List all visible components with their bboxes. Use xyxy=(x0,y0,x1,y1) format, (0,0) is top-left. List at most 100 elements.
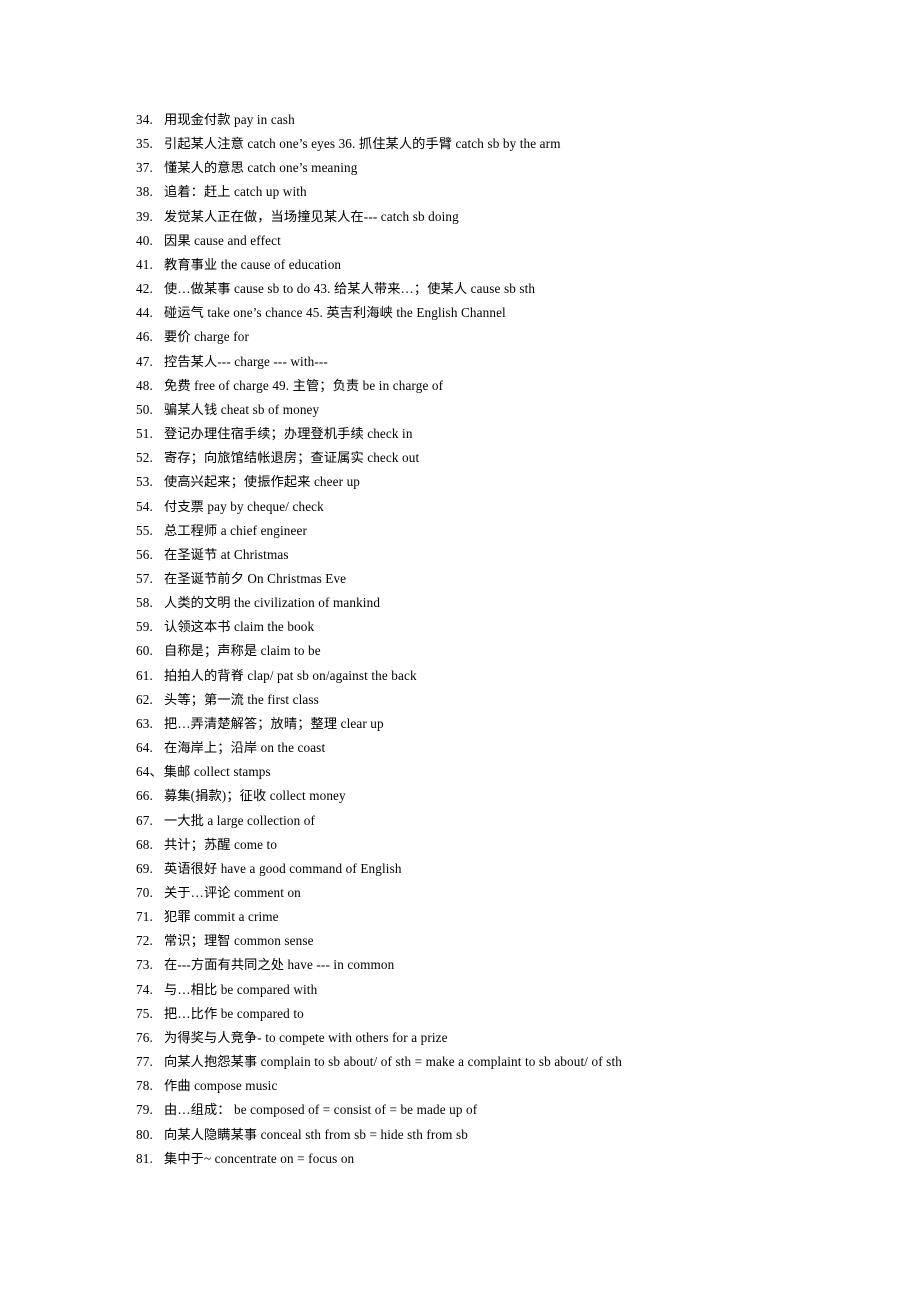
entry-text: 追着：赶上 catch up with xyxy=(164,184,307,200)
entry-text: 用现金付款 pay in cash xyxy=(164,112,295,127)
entry-number: 75. xyxy=(136,1005,153,1021)
entry-number: 46. xyxy=(136,329,153,345)
list-item: 42. 使…做某事 cause sb to do 43. 给某人带来…；使某人 c… xyxy=(136,277,880,301)
list-item: 68. 共计；苏醒 come to xyxy=(136,833,880,857)
entry-number: 56. xyxy=(136,546,153,562)
list-item: 50. 骗某人钱 cheat sb of money xyxy=(136,398,880,422)
list-item: 71. 犯罪 commit a crime xyxy=(136,905,880,929)
list-item: 35. 引起某人注意 catch one’s eyes 36. 抓住某人的手臂 c… xyxy=(136,132,880,156)
entry-number: 54. xyxy=(136,498,153,514)
entry-text: 总工程师 a chief engineer xyxy=(164,522,308,538)
entry-number: 53. xyxy=(136,474,153,490)
entry-text: 向某人隐瞒某事 conceal sth from sb = hide sth f… xyxy=(164,1126,468,1142)
list-item: 69. 英语很好 have a good command of English xyxy=(136,857,880,881)
list-item: 76. 为得奖与人竞争- to compete with others for a… xyxy=(136,1026,880,1050)
entry-number: 70. xyxy=(136,885,153,900)
entry-text: 常识；理智 common sense xyxy=(164,933,314,949)
phrase-list-container: 34. 用现金付款 pay in cash 35. 引起某人注意 catch one’… xyxy=(136,108,880,1171)
list-item: 46. 要价 charge for xyxy=(136,325,880,349)
list-item: 62. 头等；第一流 the first class xyxy=(136,688,880,712)
entry-text: 把…比作 be compared to xyxy=(164,1005,304,1021)
entry-text: 集邮 collect stamps xyxy=(163,764,271,780)
list-item: 75. 把…比作 be compared to xyxy=(136,1002,880,1026)
entry-number: 51. xyxy=(136,426,153,442)
entry-number: 76. xyxy=(136,1029,153,1045)
entry-number: 79. xyxy=(136,1102,153,1118)
list-item: 53. 使高兴起来；使振作起来 cheer up xyxy=(136,470,880,494)
list-item: 61. 拍拍人的背脊 clap/ pat sb on/against the ba… xyxy=(136,664,880,688)
entry-number: 66. xyxy=(136,788,153,804)
entry-text: 在海岸上；沿岸 on the coast xyxy=(164,740,326,756)
list-item: 44. 碰运气 take one’s chance 45. 英吉利海峡 the E… xyxy=(136,301,880,325)
entry-text: 使…做某事 cause sb to do 43. 给某人带来…；使某人 caus… xyxy=(164,281,536,297)
entry-number: 59. xyxy=(136,619,153,635)
entry-text: 英语很好 have a good command of English xyxy=(164,860,402,876)
entry-text: 引起某人注意 catch one’s eyes 36. 抓住某人的手臂 catc… xyxy=(164,136,561,152)
entry-number: 73. xyxy=(136,957,153,973)
entry-number: 61. xyxy=(136,667,153,683)
entry-number: 42. xyxy=(136,281,153,297)
entry-number: 38. xyxy=(136,184,153,200)
entry-text: 骗某人钱 cheat sb of money xyxy=(164,401,320,417)
list-item: 48. 免费 free of charge 49. 主管；负责 be in cha… xyxy=(136,374,880,398)
list-item: 81. 集中于~ concentrate on = focus on xyxy=(136,1147,880,1171)
list-item: 55. 总工程师 a chief engineer xyxy=(136,519,880,543)
entry-text: 自称是；声称是 claim to be xyxy=(164,643,321,659)
entry-number: 37. xyxy=(136,160,153,176)
entry-number: 48. xyxy=(136,377,153,393)
list-item: 37. 懂某人的意思 catch one’s meaning xyxy=(136,156,880,180)
entry-text: 认领这本书 claim the book xyxy=(164,619,315,635)
entry-text: 共计；苏醒 come to xyxy=(164,836,278,852)
list-item: 77. 向某人抱怨某事 complain to sb about/ of sth … xyxy=(136,1050,880,1074)
entry-text: 募集(捐款)；征收 collect money xyxy=(164,788,346,804)
list-item: 52. 寄存；向旅馆结帐退房；查证属实 check out xyxy=(136,446,880,470)
entry-number: 78. xyxy=(136,1078,153,1094)
entry-text: 碰运气 take one’s chance 45. 英吉利海峡 the Engl… xyxy=(164,305,506,321)
entry-text: 登记办理住宿手续；办理登机手续 check in xyxy=(164,426,413,442)
list-item: 34. 用现金付款 pay in cash xyxy=(136,108,880,132)
entry-number: 55. xyxy=(136,522,153,538)
list-item: 47. 控告某人--- charge --- with--- xyxy=(136,350,880,374)
entry-number: 40. xyxy=(136,232,153,248)
entry-number: 50. xyxy=(136,401,153,417)
list-item: 73. 在---方面有共同之处 have --- in common xyxy=(136,953,880,977)
entry-text: 要价 charge for xyxy=(164,329,249,345)
entry-number: 72. xyxy=(136,933,153,949)
entry-text: 头等；第一流 the first class xyxy=(164,691,319,707)
entry-text: 发觉某人正在做，当场撞见某人在--- catch sb doing xyxy=(164,208,459,224)
list-item: 58. 人类的文明 the civilization of mankind xyxy=(136,591,880,615)
list-item: 40. 因果 cause and effect xyxy=(136,229,880,253)
list-item: 74. 与…相比 be compared with xyxy=(136,978,880,1002)
entry-text: 教育事业 the cause of education xyxy=(164,256,342,272)
entry-number: 58. xyxy=(136,595,153,611)
entry-number: 80. xyxy=(136,1126,153,1142)
entry-number: 74. xyxy=(136,981,153,997)
entry-text: 拍拍人的背脊 clap/ pat sb on/against the back xyxy=(164,667,417,683)
entry-text: 付支票 pay by cheque/ check xyxy=(164,498,324,514)
entry-number: 57. xyxy=(136,570,153,586)
entry-text: 使高兴起来；使振作起来 cheer up xyxy=(164,474,361,490)
entry-number: 52. xyxy=(136,450,153,466)
entry-number: 81. xyxy=(136,1150,153,1166)
list-item: 70. 关于…评论 comment on xyxy=(136,881,880,905)
entry-number: 63. xyxy=(136,715,153,731)
entry-text: 为得奖与人竞争- to compete with others for a pr… xyxy=(164,1029,448,1045)
list-item: 63. 把…弄清楚解答；放晴；整理 clear up xyxy=(136,712,880,736)
entry-text: 寄存；向旅馆结帐退房；查证属实 check out xyxy=(164,450,420,466)
list-item: 64. 在海岸上；沿岸 on the coast xyxy=(136,736,880,760)
list-item: 60. 自称是；声称是 claim to be xyxy=(136,639,880,663)
entry-number: 71. xyxy=(136,909,153,925)
entry-text: 免费 free of charge 49. 主管；负责 be in charge… xyxy=(164,377,444,393)
entry-number: 62. xyxy=(136,691,153,707)
list-item: 51. 登记办理住宿手续；办理登机手续 check in xyxy=(136,422,880,446)
entry-number: 77. xyxy=(136,1054,153,1070)
entry-text: 与…相比 be compared with xyxy=(164,981,318,997)
list-item: 41. 教育事业 the cause of education xyxy=(136,253,880,277)
entry-text: 把…弄清楚解答；放晴；整理 clear up xyxy=(164,715,384,731)
list-item: 79. 由…组成： be composed of = consist of = b… xyxy=(136,1098,880,1122)
entry-number: 60. xyxy=(136,643,153,659)
entry-text: 集中于~ concentrate on = focus on xyxy=(164,1150,355,1166)
entry-text: 在圣诞节 at Christmas xyxy=(164,546,289,562)
entry-text: 作曲 compose music xyxy=(164,1078,278,1094)
entry-number: 68. xyxy=(136,836,153,852)
